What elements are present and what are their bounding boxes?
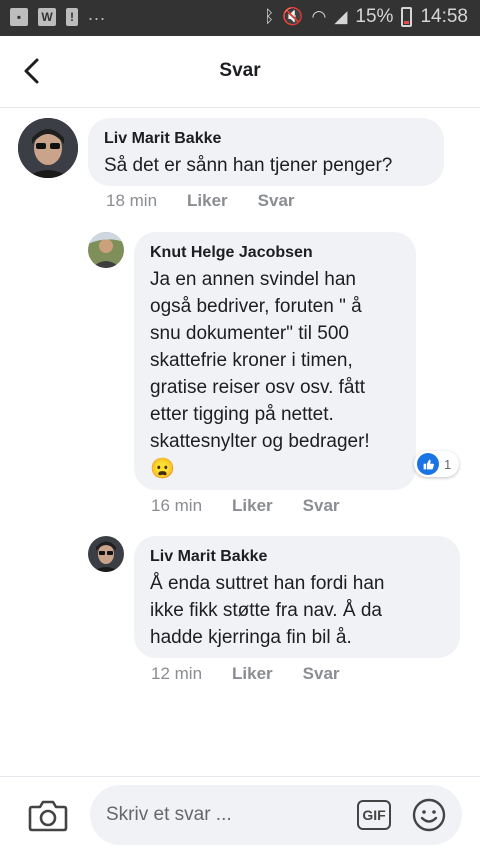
reply-input-container[interactable]: GIF bbox=[90, 785, 462, 845]
comment-author[interactable]: Liv Marit Bakke bbox=[150, 546, 444, 568]
battery-icon bbox=[401, 7, 413, 27]
status-system: ᛒ 🔇 ◠ ◢ 15% 14:58 bbox=[264, 6, 468, 28]
comment-actions: 12 min Liker Svar bbox=[151, 664, 340, 684]
like-button[interactable]: Liker bbox=[187, 191, 228, 211]
battery-percent: 15% bbox=[355, 6, 394, 27]
like-button[interactable]: Liker bbox=[232, 496, 273, 516]
comment-author[interactable]: Liv Marit Bakke bbox=[104, 128, 428, 150]
header: Svar bbox=[0, 36, 480, 108]
comment-actions: 18 min Liker Svar bbox=[106, 191, 295, 211]
status-notifications: ▪ W ! ... bbox=[10, 4, 106, 26]
status-time: 14:58 bbox=[420, 6, 468, 27]
comment-text: Så det er sånn han tjener penger? bbox=[104, 155, 393, 176]
like-reaction-icon bbox=[417, 453, 439, 475]
comment-time: 18 min bbox=[106, 191, 158, 210]
like-button[interactable]: Liker bbox=[232, 664, 273, 684]
reply-input[interactable] bbox=[106, 785, 356, 845]
reply-button[interactable]: Svar bbox=[258, 191, 295, 211]
bluetooth-icon: ᛒ bbox=[264, 7, 275, 26]
gif-button[interactable]: GIF bbox=[357, 800, 391, 830]
reply-button[interactable]: Svar bbox=[303, 664, 340, 684]
avatar[interactable] bbox=[88, 232, 124, 268]
comment-author[interactable]: Knut Helge Jacobsen bbox=[150, 242, 400, 264]
reply-composer: GIF bbox=[0, 776, 480, 853]
page-title: Svar bbox=[219, 60, 261, 81]
wifi-icon: ◠ bbox=[311, 7, 327, 26]
notification-icon: ! bbox=[66, 8, 78, 26]
comment-text: Å enda suttret han fordi han ikke fikk s… bbox=[150, 573, 385, 648]
image-icon: ▪ bbox=[10, 8, 28, 26]
comment-bubble[interactable]: Knut Helge Jacobsen Ja en annen svindel … bbox=[134, 232, 416, 490]
camera-icon[interactable] bbox=[28, 797, 68, 833]
comment-time: 12 min bbox=[151, 664, 203, 683]
comment-time: 16 min bbox=[151, 496, 203, 515]
comment-actions: 16 min Liker Svar bbox=[151, 496, 340, 516]
reaction-count: 1 bbox=[444, 456, 452, 472]
status-overflow: ... bbox=[88, 3, 107, 24]
comment-emoji: 😦 bbox=[150, 458, 175, 480]
avatar[interactable] bbox=[18, 118, 78, 178]
word-icon: W bbox=[38, 8, 56, 26]
reply-button[interactable]: Svar bbox=[303, 496, 340, 516]
comment-text: Ja en annen svindel han også bedriver, f… bbox=[150, 269, 370, 452]
avatar[interactable] bbox=[88, 536, 124, 572]
mute-icon: 🔇 bbox=[282, 7, 304, 26]
comment-bubble[interactable]: Liv Marit Bakke Så det er sånn han tjene… bbox=[88, 118, 444, 186]
reaction-summary[interactable]: 1 bbox=[414, 451, 460, 477]
comment-bubble[interactable]: Liv Marit Bakke Å enda suttret han fordi… bbox=[134, 536, 460, 658]
status-bar: ▪ W ! ... ᛒ 🔇 ◠ ◢ 15% 14:58 bbox=[0, 0, 480, 36]
signal-icon: ◢ bbox=[334, 7, 348, 26]
emoji-icon[interactable] bbox=[412, 798, 446, 832]
